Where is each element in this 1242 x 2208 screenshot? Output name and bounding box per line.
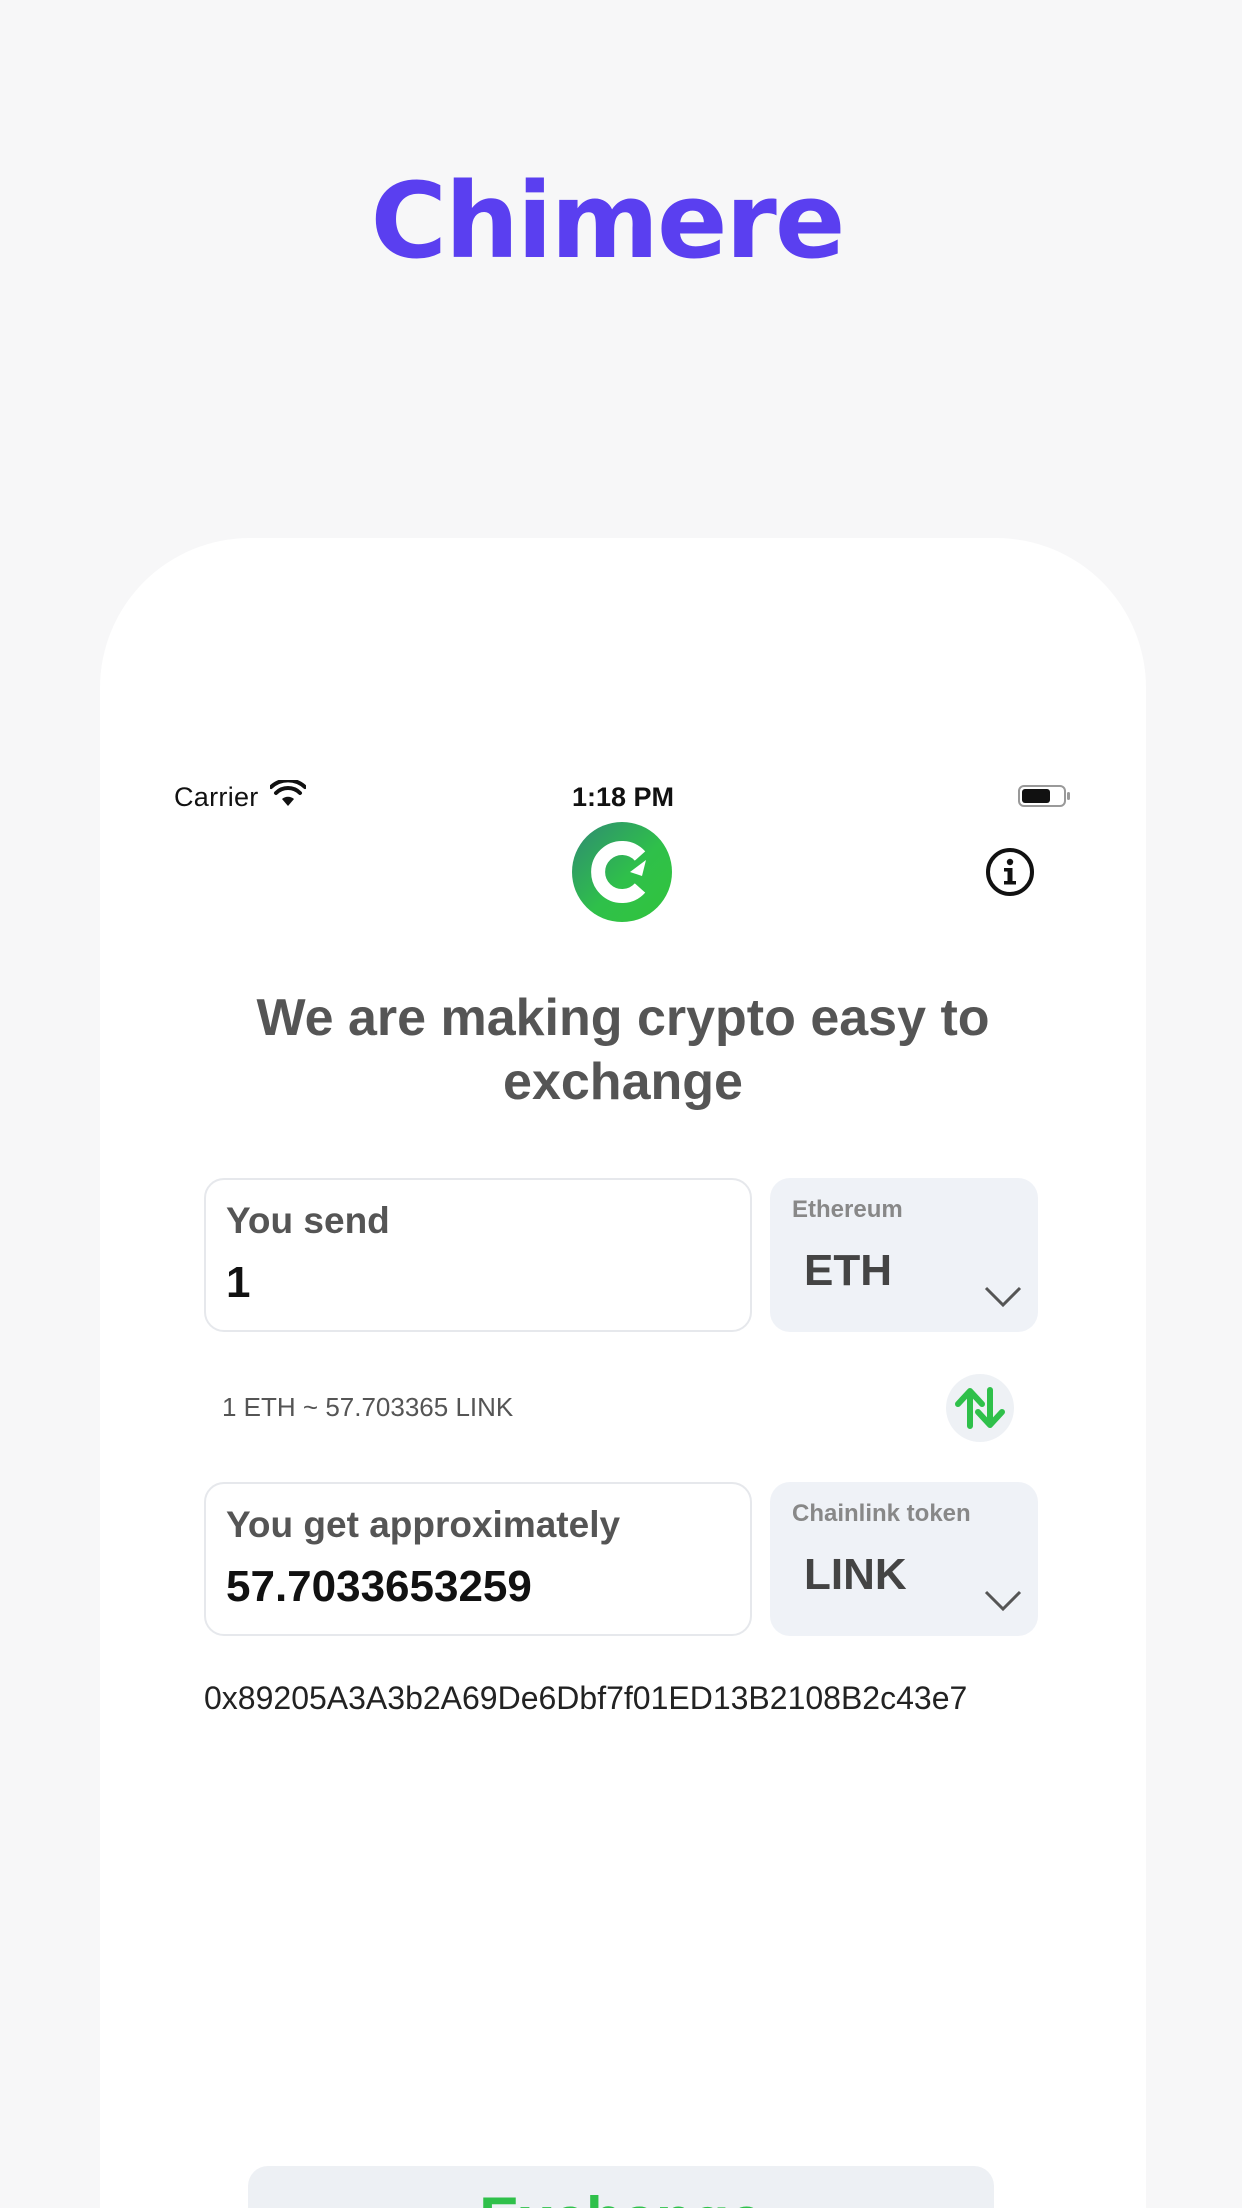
chevron-down-icon — [984, 1286, 1022, 1308]
wallet-address: 0x89205A3A3b2A69De6Dbf7f01ED13B2108B2c43… — [204, 1680, 968, 1716]
send-label: You send — [226, 1200, 390, 1241]
send-amount-input[interactable]: 1 — [226, 1258, 250, 1308]
receive-amount-field[interactable]: You get approximately 57.7033653259 — [204, 1482, 752, 1636]
chimere-logo-icon — [572, 822, 672, 922]
swap-button[interactable] — [946, 1374, 1014, 1442]
receive-currency-select[interactable]: Chainlink token LINK — [770, 1482, 1038, 1636]
promo-headline: Chimere — [370, 160, 846, 282]
tagline: We are making crypto easy to exchange — [256, 989, 990, 1111]
exchange-button[interactable]: Exchange — [248, 2166, 994, 2208]
swap-arrows-icon — [955, 1387, 1005, 1429]
receive-currency-name: Chainlink token — [792, 1500, 971, 1527]
status-bar: Carrier 1:18 PM — [100, 776, 1146, 822]
clock: 1:18 PM — [571, 782, 675, 812]
send-currency-symbol: ETH — [804, 1246, 892, 1295]
receive-currency-symbol: LINK — [804, 1550, 907, 1599]
receive-amount-value: 57.7033653259 — [226, 1562, 532, 1611]
info-icon[interactable] — [984, 846, 1036, 898]
device-screen: Carrier 1:18 PM We are making crypto eas… — [100, 538, 1146, 2208]
send-currency-select[interactable]: Ethereum ETH — [770, 1178, 1038, 1332]
send-amount-field[interactable]: You send 1 — [204, 1178, 752, 1332]
receive-label: You get approximately — [226, 1504, 621, 1545]
exchange-rate: 1 ETH ~ 57.703365 LINK — [222, 1392, 514, 1422]
battery-icon — [1018, 785, 1070, 807]
send-currency-name: Ethereum — [792, 1196, 903, 1223]
exchange-button-label: Exchange — [248, 2184, 994, 2208]
chevron-down-icon — [984, 1590, 1022, 1612]
